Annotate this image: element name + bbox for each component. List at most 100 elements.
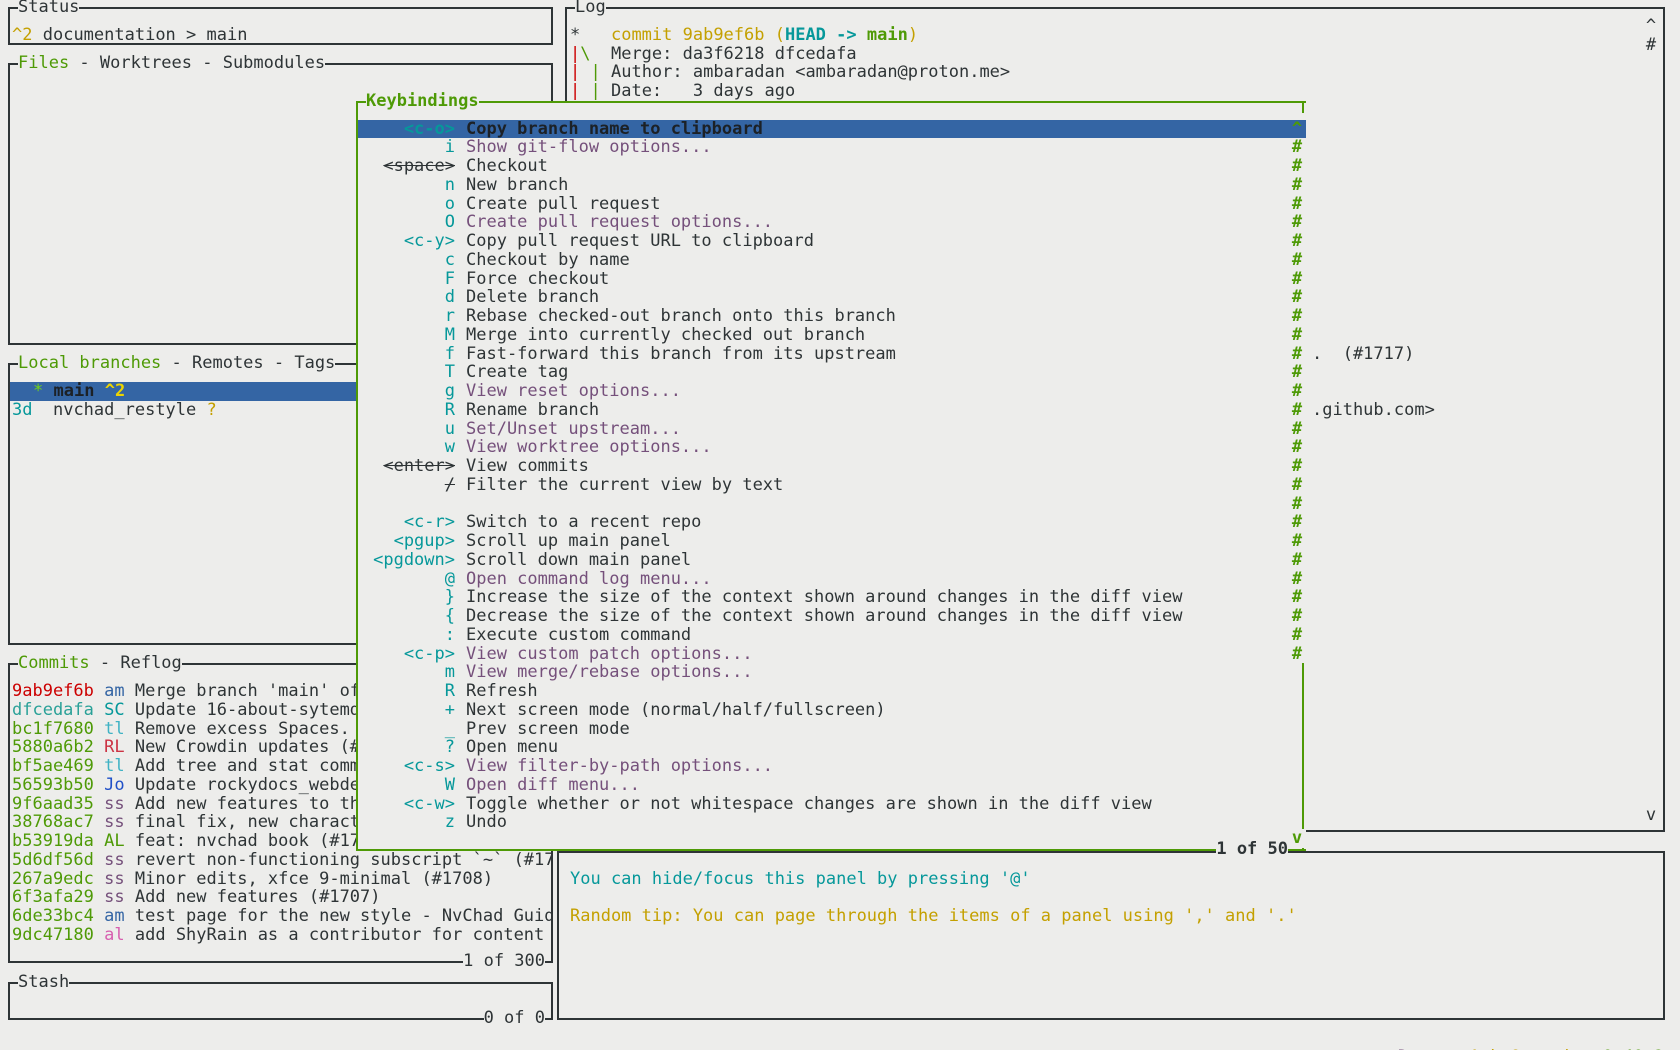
popup-scroll-thumb-segment[interactable]: # <box>1288 195 1306 214</box>
popup-scroll-thumb-segment[interactable]: # <box>1288 570 1306 589</box>
keybinding-item[interactable]: R Refresh <box>358 682 1306 701</box>
keybinding-item[interactable]: + Next screen mode (normal/half/fullscre… <box>358 701 1306 720</box>
popup-scroll-thumb-segment[interactable]: # <box>1288 457 1306 476</box>
popup-scrollbar[interactable]: ^ ############################ <box>1288 120 1306 664</box>
stash-panel-title[interactable]: Stash <box>18 973 69 992</box>
keybinding-item[interactable]: w View worktree options... <box>358 438 1306 457</box>
popup-scroll-thumb-segment[interactable]: # <box>1288 495 1306 514</box>
log-panel-title[interactable]: Log <box>575 0 606 17</box>
tab-worktrees-submodules[interactable]: - Worktrees - Submodules <box>69 53 325 73</box>
popup-scroll-thumb-segment[interactable]: # <box>1288 476 1306 495</box>
popup-scroll-thumb-segment[interactable]: # <box>1288 232 1306 251</box>
popup-scroll-down-icon[interactable]: v <box>1288 829 1306 848</box>
popup-scroll-track[interactable] <box>1302 663 1304 851</box>
popup-scroll-thumb-segment[interactable]: # <box>1288 213 1306 232</box>
keybinding-item[interactable]: <c-p> View custom patch options... <box>358 645 1306 664</box>
popup-scroll-thumb-segment[interactable]: # <box>1288 382 1306 401</box>
keybinding-item[interactable]: } Increase the size of the context shown… <box>358 588 1306 607</box>
keybinding-item[interactable]: / Filter the current view by text <box>358 476 1306 495</box>
tab-reflog[interactable]: - Reflog <box>90 653 182 673</box>
keybinding-item[interactable]: <pgup> Scroll up main panel <box>358 532 1306 551</box>
popup-scroll-up-icon[interactable]: ^ <box>1288 120 1306 139</box>
popup-scroll-thumb-segment[interactable]: # <box>1288 607 1306 626</box>
stash-panel[interactable]: Stash 0 of 0 <box>8 982 553 1020</box>
popup-scroll-thumb-segment[interactable]: # <box>1288 513 1306 532</box>
keybinding-item[interactable]: _ Prev screen mode <box>358 720 1306 739</box>
popup-scroll-thumb-segment[interactable]: # <box>1288 157 1306 176</box>
popup-scroll-thumb-segment[interactable]: # <box>1288 645 1306 664</box>
files-panel-title[interactable]: Files - Worktrees - Submodules <box>18 54 325 73</box>
keybinding-item[interactable]: i Show git-flow options... <box>358 138 1306 157</box>
keybinding-item[interactable]: <c-s> View filter-by-path options... <box>358 757 1306 776</box>
keybinding-item[interactable]: <enter> View commits <box>358 457 1306 476</box>
log-scroll-up-icon[interactable]: ^ <box>1643 17 1659 36</box>
commit-row[interactable]: 6f3afa29 ss Add new features (#1707) <box>12 888 551 907</box>
popup-scroll-thumb-segment[interactable]: # <box>1288 551 1306 570</box>
keybinding-key: u <box>358 420 455 439</box>
popup-scroll-thumb-segment[interactable]: # <box>1288 420 1306 439</box>
keybinding-item[interactable]: <pgdown> Scroll down main panel <box>358 551 1306 570</box>
keybinding-item[interactable]: <c-y> Copy pull request URL to clipboard <box>358 232 1306 251</box>
popup-scroll-thumb[interactable]: ############################ <box>1288 138 1306 663</box>
keybinding-item[interactable]: W Open diff menu... <box>358 776 1306 795</box>
commit-row[interactable]: 6de33bc4 am test page for the new style … <box>12 907 551 926</box>
keybinding-item[interactable]: T Create tag <box>358 363 1306 382</box>
log-scroll-down-icon[interactable]: v <box>1643 806 1659 825</box>
keybinding-item[interactable]: r Rebase checked-out branch onto this br… <box>358 307 1306 326</box>
keybinding-item[interactable]: ? Open menu <box>358 738 1306 757</box>
keybindings-menu[interactable]: Keybindings <c-o> Copy branch name to cl… <box>356 101 1306 851</box>
tab-remotes-tags[interactable]: - Remotes - Tags <box>161 353 335 373</box>
keybinding-item[interactable]: <space> Checkout <box>358 157 1306 176</box>
tab-files[interactable]: Files <box>18 53 69 73</box>
popup-scroll-thumb-segment[interactable]: # <box>1288 345 1306 364</box>
keybinding-item[interactable]: n New branch <box>358 176 1306 195</box>
commit-row[interactable]: 5d6df56d ss revert non-functioning subsc… <box>12 851 551 870</box>
popup-scroll-thumb-segment[interactable]: # <box>1288 363 1306 382</box>
keybinding-item[interactable]: F Force checkout <box>358 270 1306 289</box>
keybinding-key: g <box>358 382 455 401</box>
log-fragment: .github.com> <box>1312 401 1435 420</box>
keybinding-item[interactable]: o Create pull request <box>358 195 1306 214</box>
commit-row[interactable]: 9dc47180 al add ShyRain as a contributor… <box>12 926 551 945</box>
keybinding-item[interactable]: { Decrease the size of the context shown… <box>358 607 1306 626</box>
tab-commits[interactable]: Commits <box>18 653 90 673</box>
status-panel-title[interactable]: Status <box>18 0 79 17</box>
command-log-panel[interactable]: You can hide/focus this panel by pressin… <box>557 851 1665 1020</box>
commits-counter: 1 of 300 <box>463 952 545 971</box>
log-scroll-thumb[interactable]: # <box>1643 36 1659 55</box>
keybinding-item[interactable]: <c-o> Copy branch name to clipboard <box>358 120 1306 139</box>
keybinding-item[interactable]: g View reset options... <box>358 382 1306 401</box>
popup-scroll-thumb-segment[interactable]: # <box>1288 307 1306 326</box>
keybinding-item[interactable]: <c-w> Toggle whether or not whitespace c… <box>358 795 1306 814</box>
tab-local-branches[interactable]: Local branches <box>18 353 161 373</box>
keybinding-item[interactable]: @ Open command log menu... <box>358 570 1306 589</box>
keybinding-item[interactable] <box>358 495 1306 514</box>
keybinding-item[interactable]: u Set/Unset upstream... <box>358 420 1306 439</box>
popup-scroll-thumb-segment[interactable]: # <box>1288 438 1306 457</box>
popup-scroll-thumb-segment[interactable]: # <box>1288 588 1306 607</box>
keybinding-item[interactable]: R Rename branch <box>358 401 1306 420</box>
keybinding-item[interactable]: <c-r> Switch to a recent repo <box>358 513 1306 532</box>
commits-panel-title[interactable]: Commits - Reflog <box>18 654 182 673</box>
keybinding-item[interactable]: m View merge/rebase options... <box>358 663 1306 682</box>
keybinding-item[interactable]: O Create pull request options... <box>358 213 1306 232</box>
popup-scroll-thumb-segment[interactable]: # <box>1288 401 1306 420</box>
popup-scroll-thumb-segment[interactable]: # <box>1288 626 1306 645</box>
status-panel[interactable]: Status ^2 documentation > main <box>8 7 553 45</box>
keybinding-item[interactable]: d Delete branch <box>358 288 1306 307</box>
popup-scroll-thumb-segment[interactable]: # <box>1288 288 1306 307</box>
log-detail-text: Merge: da3f6218 dfcedafa <box>591 45 857 64</box>
keybinding-item[interactable]: M Merge into currently checked out branc… <box>358 326 1306 345</box>
popup-scroll-thumb-segment[interactable]: # <box>1288 532 1306 551</box>
popup-scroll-thumb-segment[interactable]: # <box>1288 176 1306 195</box>
keybinding-item[interactable]: c Checkout by name <box>358 251 1306 270</box>
popup-scroll-thumb-segment[interactable]: # <box>1288 251 1306 270</box>
keybinding-item[interactable]: z Undo <box>358 813 1306 832</box>
popup-scroll-thumb-segment[interactable]: # <box>1288 270 1306 289</box>
keybinding-item[interactable]: : Execute custom command <box>358 626 1306 645</box>
popup-scroll-thumb-segment[interactable]: # <box>1288 326 1306 345</box>
commit-row[interactable]: 267a9edc ss Minor edits, xfce 9-minimal … <box>12 870 551 889</box>
keybinding-item[interactable]: f Fast-forward this branch from its upst… <box>358 345 1306 364</box>
branches-panel-title[interactable]: Local branches - Remotes - Tags <box>18 354 335 373</box>
popup-scroll-thumb-segment[interactable]: # <box>1288 138 1306 157</box>
